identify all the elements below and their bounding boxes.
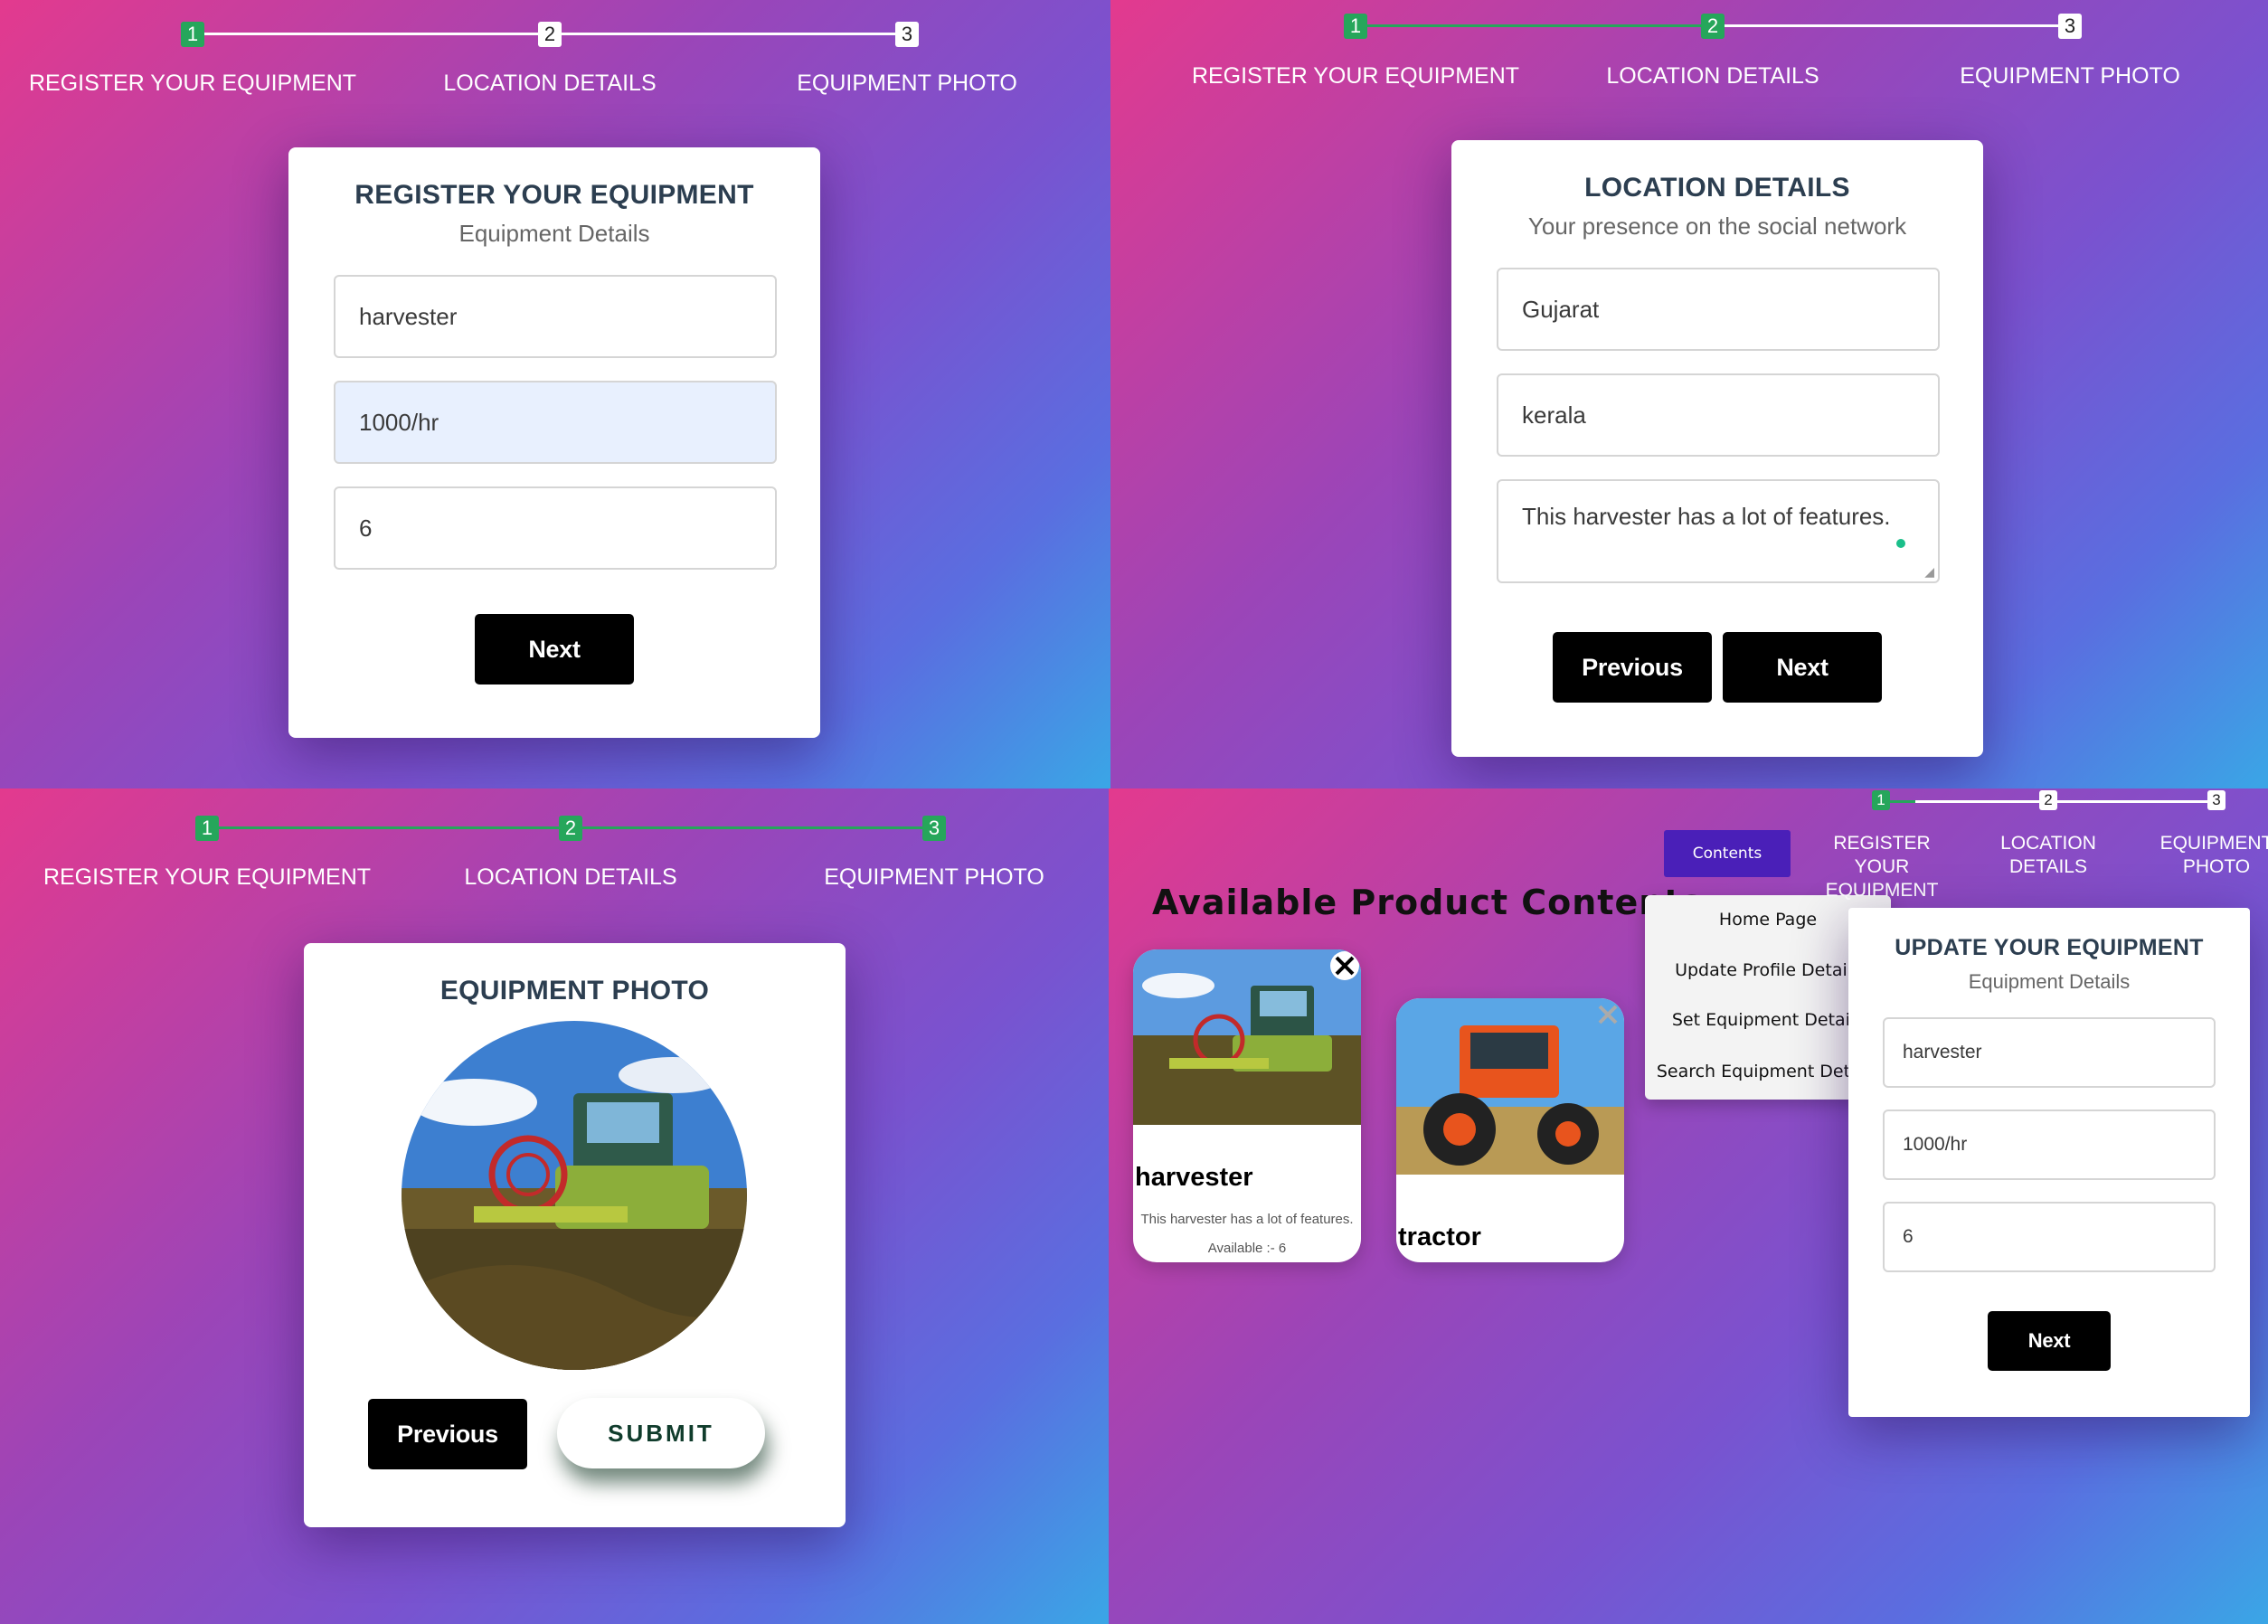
step-2-indicator: 2	[538, 22, 562, 47]
step-1-indicator: 1	[181, 22, 204, 47]
harvester-photo	[402, 1021, 747, 1370]
product-name: harvester	[1135, 1163, 1253, 1192]
step-2-label: LOCATION DETAILS	[464, 864, 677, 890]
description-textarea[interactable]: This harvester has a lot of features. ◢	[1497, 479, 1940, 583]
step-1-label: REGISTER YOUR EQUIPMENT	[1191, 63, 1520, 89]
next-button[interactable]: Next	[1988, 1311, 2111, 1371]
product-name: tractor	[1398, 1223, 1481, 1251]
photo-form-card: EQUIPMENT PHOTO Previous SUBMIT	[304, 943, 846, 1527]
step-3-indicator: 3	[2058, 14, 2082, 39]
progress-bar: 1 2 3 REGISTER YOUR EQUIPMENT LOCATION D…	[1109, 788, 2268, 901]
form-subtitle: Your presence on the social network	[1527, 212, 1907, 240]
step-2-indicator: 2	[559, 816, 582, 841]
step-3-indicator: 3	[895, 22, 919, 47]
step-3-label: EQUIPMENT PHOTO	[2158, 832, 2268, 879]
form-subtitle: Equipment Details	[458, 220, 650, 247]
state-input[interactable]: Gujarat	[1497, 268, 1940, 351]
progress-line	[1915, 800, 2208, 803]
register-form-card: REGISTER YOUR EQUIPMENT Equipment Detail…	[288, 147, 820, 738]
step-3-indicator: 3	[922, 816, 946, 841]
product-card-harvester[interactable]: harvester This harvester has a lot of fe…	[1133, 949, 1361, 1262]
progress-line	[1713, 24, 2070, 27]
register-step-screen: 1 2 3 REGISTER YOUR EQUIPMENT LOCATION D…	[0, 0, 1110, 788]
equipment-name-input[interactable]: harvester	[334, 275, 777, 358]
step-1-label-line2: EQUIPMENT	[1825, 880, 1939, 901]
step-1-indicator: 1	[1872, 790, 1890, 810]
step-3-label-line1: EQUIPMENT	[2159, 833, 2268, 854]
step-2-label: LOCATION DETAILS	[1606, 63, 1819, 89]
rental-rate-input[interactable]: 1000/hr	[1883, 1109, 2216, 1180]
city-input[interactable]: kerala	[1497, 373, 1940, 457]
equipment-name-input[interactable]: harvester	[1883, 1017, 2216, 1088]
product-catalog-screen: Available Product Contents harvester Thi…	[1109, 788, 2268, 1624]
resize-handle-icon[interactable]: ◢	[1924, 564, 1934, 580]
location-step-screen: 1 2 3 REGISTER YOUR EQUIPMENT LOCATION D…	[1110, 0, 2268, 788]
step-3-label: EQUIPMENT PHOTO	[797, 71, 1017, 96]
step-1-indicator: 1	[195, 816, 219, 841]
step-1-label: REGISTER YOUR EQUIPMENT	[43, 864, 372, 890]
previous-button[interactable]: Previous	[368, 1399, 527, 1469]
form-subtitle: Equipment Details	[1968, 970, 2131, 993]
update-form-card: UPDATE YOUR EQUIPMENT Equipment Details …	[1848, 908, 2250, 1417]
product-availability: Available :- 6	[1207, 1241, 1287, 1256]
close-icon[interactable]	[1330, 951, 1359, 980]
submit-button[interactable]: SUBMIT	[557, 1398, 765, 1468]
step-2-indicator: 2	[2039, 790, 2057, 810]
next-button[interactable]: Next	[475, 614, 634, 685]
progress-bar: 1 2 3 REGISTER YOUR EQUIPMENT LOCATION D…	[0, 0, 1110, 99]
step-2-label: LOCATION DETAILS	[2000, 833, 2096, 877]
form-title: EQUIPMENT PHOTO	[439, 976, 710, 1006]
product-card-tractor[interactable]: tractor	[1396, 998, 1624, 1262]
step-3-label: EQUIPMENT PHOTO	[1960, 63, 2180, 89]
progress-bar: 1 2 3 REGISTER YOUR EQUIPMENT LOCATION D…	[0, 788, 1109, 890]
description-text: This harvester has a lot of features.	[1522, 503, 1891, 530]
previous-button[interactable]: Previous	[1553, 632, 1712, 703]
catalog-heading: Available Product Contents	[1152, 883, 1704, 922]
step-1-label-line1: REGISTER YOUR	[1833, 833, 1931, 877]
step-2-label: LOCATION DETAILS	[443, 71, 657, 96]
step-3-label: EQUIPMENT PHOTO	[824, 864, 1044, 890]
harvester-thumbnail	[1133, 949, 1361, 1125]
form-title: UPDATE YOUR EQUIPMENT	[1895, 935, 2204, 960]
location-form-card: LOCATION DETAILS Your presence on the so…	[1451, 140, 1983, 757]
step-1-indicator: 1	[1344, 14, 1367, 39]
quantity-input[interactable]: 6	[1883, 1202, 2216, 1272]
step-1-label: REGISTER YOUR EQUIPMENT	[1805, 832, 1959, 902]
tractor-thumbnail	[1396, 998, 1624, 1175]
product-description: This harvester has a lot of features.	[1140, 1212, 1354, 1227]
grammar-indicator-icon	[1896, 539, 1905, 548]
step-3-label-line2: PHOTO	[2182, 856, 2251, 877]
form-title: REGISTER YOUR EQUIPMENT	[354, 180, 754, 210]
rental-rate-input[interactable]: 1000/hr	[334, 381, 777, 464]
step-2-indicator: 2	[1701, 14, 1725, 39]
next-button[interactable]: Next	[1723, 632, 1882, 703]
close-icon[interactable]	[1593, 1000, 1622, 1029]
step-3-indicator: 3	[2207, 790, 2225, 810]
progress-bar: 1 2 3 REGISTER YOUR EQUIPMENT LOCATION D…	[1110, 0, 2268, 99]
progress-line-done	[1356, 24, 1713, 27]
quantity-input[interactable]: 6	[334, 486, 777, 570]
equipment-photo-preview[interactable]	[402, 1021, 747, 1370]
photo-step-screen: 1 2 3 REGISTER YOUR EQUIPMENT LOCATION D…	[0, 788, 1109, 1624]
step-1-label: REGISTER YOUR EQUIPMENT	[28, 71, 357, 96]
form-title: LOCATION DETAILS	[1584, 173, 1850, 203]
